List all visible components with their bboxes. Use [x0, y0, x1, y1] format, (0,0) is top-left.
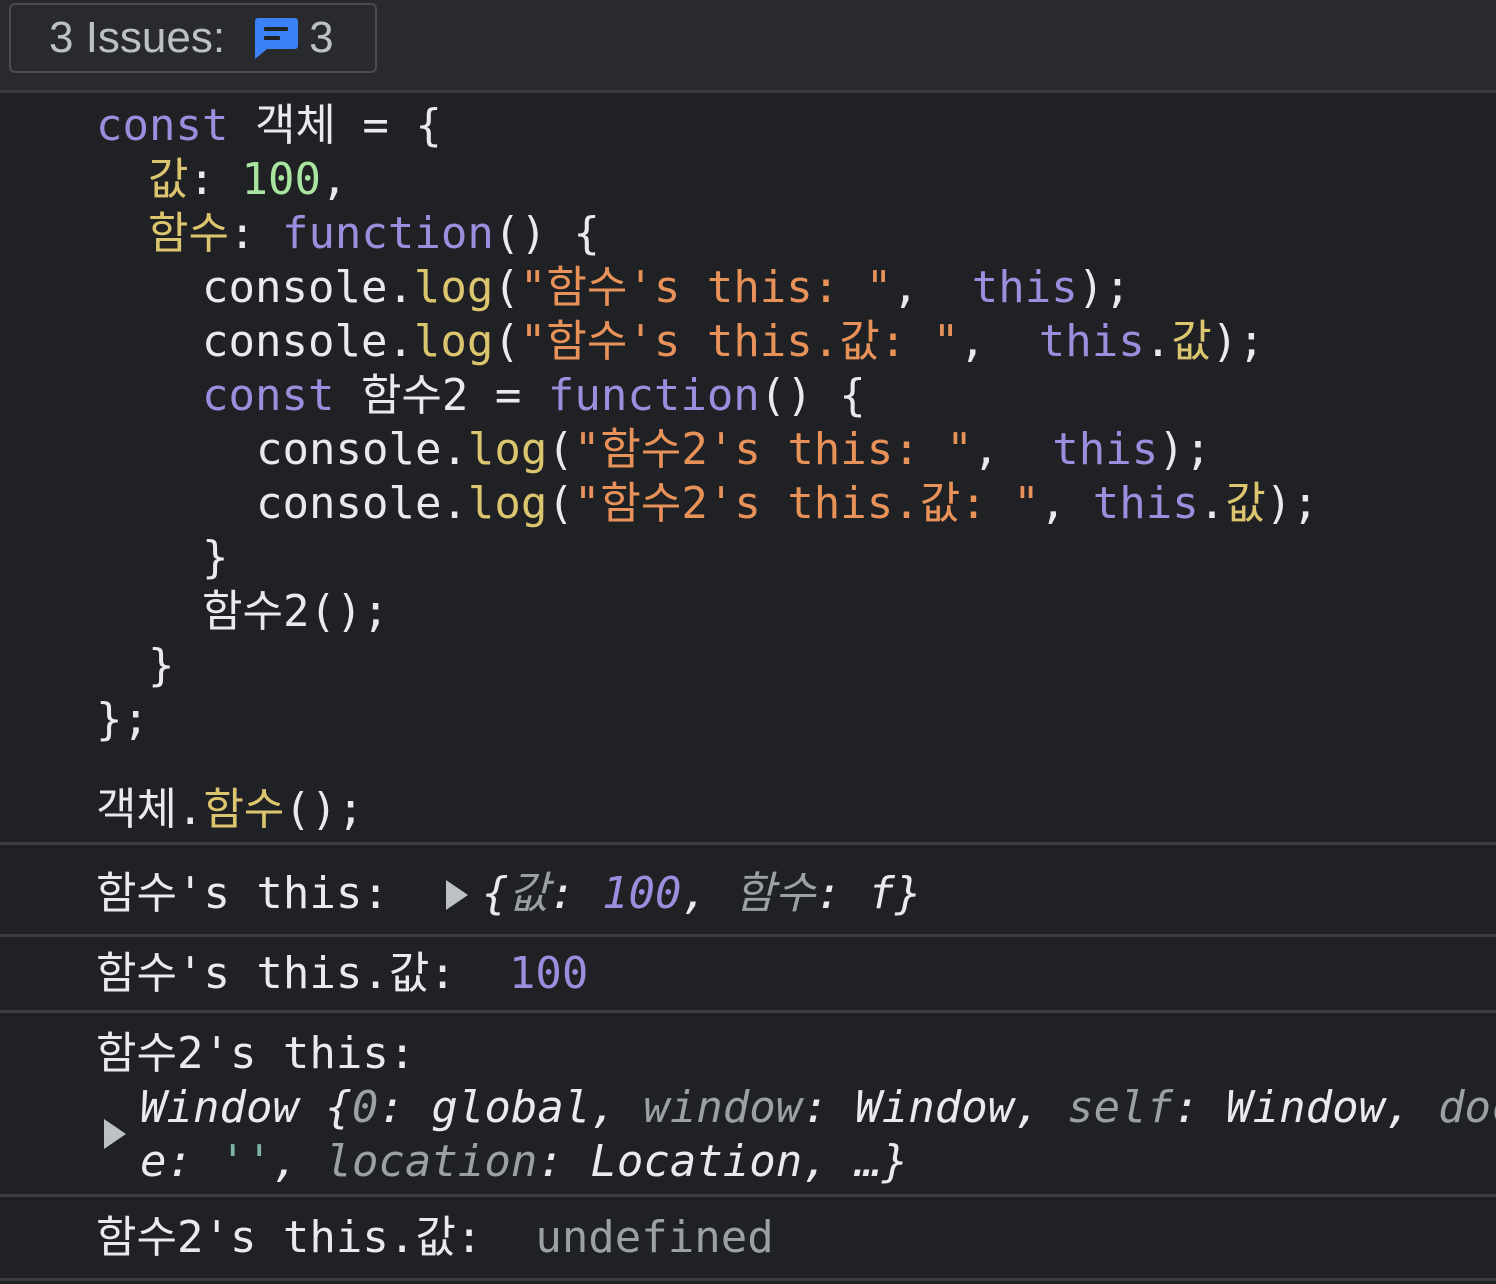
code-line: } — [148, 640, 175, 691]
object-preview-continued[interactable]: e: '', location: Location, …} — [140, 1135, 908, 1189]
expand-triangle-icon[interactable] — [446, 880, 468, 910]
issues-count: 3 — [309, 13, 334, 62]
console-message-row: 함수's this: {값: 100, 함수: f} — [0, 849, 1496, 937]
issues-button[interactable]: 3 Issues: 3 — [9, 3, 377, 73]
code-line: console.log("함수2's this.값: ", this.값); — [256, 478, 1319, 529]
log-value: undefined — [535, 1212, 774, 1263]
code-line: const 함수2 = function() { — [202, 370, 866, 421]
code-line: } — [202, 532, 229, 583]
log-label: 함수's this.값: 100 — [96, 948, 589, 999]
message-icon — [251, 16, 299, 60]
code-line: const 객체 = { — [96, 100, 442, 151]
console-message-row: 함수's this.값: 100 — [0, 937, 1496, 1013]
object-preview[interactable]: {값: 100, 함수: f} — [482, 867, 921, 921]
console-message-row: 함수2's this.값: undefined — [0, 1197, 1496, 1281]
code-line: 함수2(); — [202, 586, 389, 637]
object-preview[interactable]: Window {0: global, window: Window, self:… — [140, 1081, 1496, 1135]
code-line: 객체.함수(); — [96, 784, 364, 835]
code-line: 함수: function() { — [148, 208, 600, 259]
expand-triangle-icon[interactable] — [104, 1119, 126, 1149]
log-value: 100 — [508, 948, 589, 999]
code-line: 값: 100, — [148, 154, 348, 205]
code-line: }; — [96, 694, 149, 745]
log-label: 함수2's this: — [96, 1028, 416, 1079]
code-line: console.log("함수2's this: ", this); — [256, 424, 1212, 475]
issues-label: 3 Issues: — [49, 13, 226, 62]
console-message-row: 함수2's this: Window {0: global, window: W… — [0, 1013, 1496, 1197]
console-input-code[interactable]: const 객체 = { 값: 100, 함수: function() { co… — [0, 93, 1496, 845]
log-label: 함수2's this.값: undefined — [96, 1212, 774, 1263]
issues-bar: 3 Issues: 3 — [0, 0, 1496, 93]
code-line: console.log("함수's this: ", this); — [202, 262, 1131, 313]
code-line: console.log("함수's this.값: ", this.값); — [202, 316, 1265, 367]
log-label: 함수's this: — [96, 868, 442, 919]
